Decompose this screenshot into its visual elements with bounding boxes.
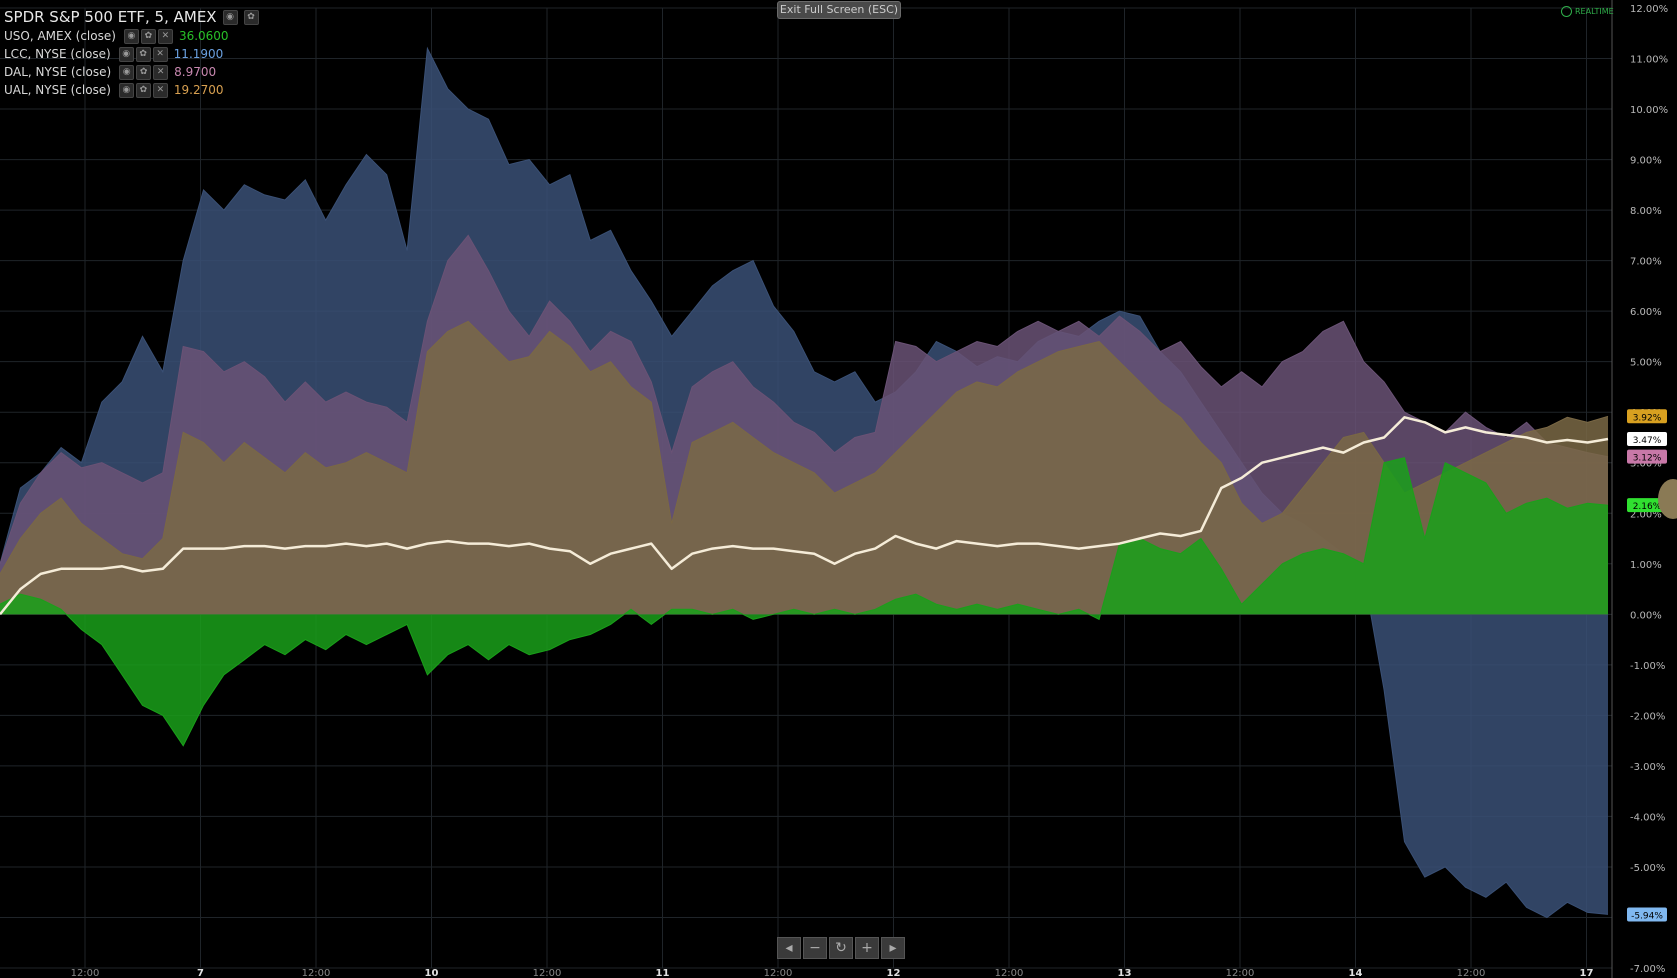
x-tick-label: 11 [656, 968, 670, 978]
legend-symbol: LCC, NYSE (close) [4, 47, 111, 61]
legend-row: LCC, NYSE (close) ◉ ✿ ✕ 11.1900 [4, 45, 259, 63]
x-tick-label: 12:00 [764, 968, 793, 978]
x-tick-label: 14 [1349, 968, 1363, 978]
y-tick-label: -1.00% [1630, 661, 1665, 672]
legend-value: 8.9700 [174, 65, 217, 79]
x-tick-label: 10 [425, 968, 439, 978]
end-label: 3.47% [1633, 436, 1662, 446]
x-tick-label: 7 [197, 968, 204, 978]
legend-value: 36.0600 [178, 29, 229, 43]
gear-icon[interactable]: ✿ [135, 46, 151, 62]
price-chart[interactable]: 12.00% 11.00% 10.00% 9.00% 8.00% 7.00% 6.00% 5.… [0, 0, 1677, 978]
realtime-indicator: REALTIME [1561, 6, 1614, 17]
eye-icon[interactable]: ◉ [118, 46, 134, 62]
end-label: 3.92% [1633, 413, 1662, 423]
legend-symbol: UAL, NYSE (close) [4, 83, 111, 97]
x-tick-label: 13 [1118, 968, 1132, 978]
x-tick-label: 12:00 [1226, 968, 1255, 978]
exit-fullscreen-button[interactable]: Exit Full Screen (ESC) [777, 1, 901, 19]
close-icon[interactable]: ✕ [152, 82, 168, 98]
close-icon[interactable]: ✕ [153, 64, 169, 80]
y-tick-label: 10.00% [1630, 105, 1668, 116]
legend-value: 11.1900 [173, 47, 224, 61]
eye-icon[interactable]: ◉ [123, 28, 139, 44]
eye-icon[interactable]: ◉ [222, 9, 238, 25]
y-tick-label: 8.00% [1630, 206, 1662, 217]
legend-row: UAL, NYSE (close) ◉ ✿ ✕ 19.2700 [4, 81, 259, 99]
close-icon[interactable]: ✕ [152, 46, 168, 62]
plus-icon[interactable]: + [855, 937, 879, 959]
legend-row: DAL, NYSE (close) ◉ ✿ ✕ 8.9700 [4, 63, 259, 81]
legend-row: USO, AMEX (close) ◉ ✿ ✕ 36.0600 [4, 27, 259, 45]
close-icon[interactable]: ✕ [157, 28, 173, 44]
reset-icon[interactable]: ↻ [829, 937, 853, 959]
main-symbol: SPDR S&P 500 ETF, 5, AMEX [4, 8, 217, 26]
y-tick-label: 11.00% [1630, 55, 1668, 66]
end-label: 3.12% [1633, 454, 1662, 464]
y-tick-label: -7.00% [1630, 964, 1665, 975]
y-tick-label: -4.00% [1630, 812, 1665, 823]
x-tick-label: 17 [1580, 968, 1594, 978]
eye-icon[interactable]: ◉ [119, 64, 135, 80]
realtime-label: REALTIME [1575, 7, 1614, 16]
y-tick-label: -5.00% [1630, 863, 1665, 874]
arrow-right-icon[interactable]: ▸ [881, 937, 905, 959]
legend-symbol: USO, AMEX (close) [4, 29, 116, 43]
end-label: 2.16% [1633, 502, 1662, 512]
y-tick-label: 9.00% [1630, 156, 1662, 167]
legend: SPDR S&P 500 ETF, 5, AMEX ◉ ✿ USO, AMEX … [4, 7, 259, 99]
gear-icon[interactable]: ✿ [135, 82, 151, 98]
legend-title: SPDR S&P 500 ETF, 5, AMEX ◉ ✿ [4, 7, 259, 27]
x-tick-label: 12:00 [302, 968, 331, 978]
arrow-left-icon[interactable]: ◂ [777, 937, 801, 959]
x-tick-label: 12:00 [1457, 968, 1486, 978]
minus-icon[interactable]: − [803, 937, 827, 959]
y-tick-label: 6.00% [1630, 307, 1662, 318]
x-tick-label: 12:00 [533, 968, 562, 978]
chart-navigation: ◂ − ↻ + ▸ [777, 937, 905, 959]
y-tick-label: 7.00% [1630, 257, 1662, 268]
y-tick-label: 12.00% [1630, 4, 1668, 15]
end-label: -5.94% [1631, 911, 1663, 921]
y-tick-label: 1.00% [1630, 560, 1662, 571]
legend-symbol: DAL, NYSE (close) [4, 65, 112, 79]
gear-icon[interactable]: ✿ [243, 9, 259, 25]
y-tick-label: -3.00% [1630, 762, 1665, 773]
legend-value: 19.2700 [173, 83, 224, 97]
x-tick-label: 12:00 [995, 968, 1024, 978]
gear-icon[interactable]: ✿ [136, 64, 152, 80]
x-tick-label: 12 [887, 968, 901, 978]
clock-icon [1561, 6, 1572, 17]
gear-icon[interactable]: ✿ [140, 28, 156, 44]
eye-icon[interactable]: ◉ [118, 82, 134, 98]
y-tick-label: 5.00% [1630, 358, 1662, 369]
x-tick-label: 12:00 [71, 968, 100, 978]
y-tick-label: -2.00% [1630, 711, 1665, 722]
y-tick-label: 0.00% [1630, 610, 1662, 621]
